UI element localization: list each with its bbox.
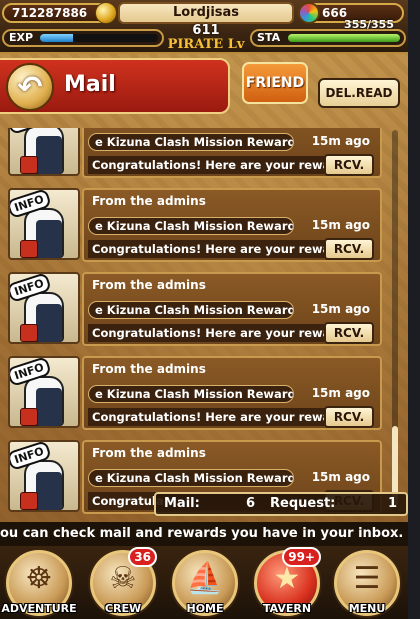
belly-counter: 712287886: [2, 2, 117, 24]
receive-button[interactable]: RCV.: [324, 406, 374, 428]
sta-track: [288, 34, 400, 42]
avatar-gift-bag-icon: [20, 408, 38, 426]
nav-label: TAVERN: [262, 602, 312, 615]
mail-time: 15m ago: [311, 134, 370, 148]
mail-panel: From the admins e Kizuna Clash Mission R…: [82, 128, 382, 178]
page-title: Mail: [64, 72, 116, 97]
mail-body: Congratulations! Here are your rewa: [88, 156, 328, 174]
mail-time: 15m ago: [311, 302, 370, 316]
request-count-label: Request:: [270, 496, 336, 511]
exp-label: EXP: [9, 31, 34, 44]
right-edge-strip: [408, 0, 420, 619]
mail-time: 15m ago: [311, 218, 370, 232]
mail-item[interactable]: INFO From the admins e Kizuna Clash Miss…: [6, 354, 382, 432]
mail-scrollbar[interactable]: [392, 130, 398, 512]
avatar-coat: [36, 304, 62, 342]
nav-menu[interactable]: ☰ MENU: [334, 550, 400, 616]
mail-subject: e Kizuna Clash Mission Reward: [88, 469, 294, 487]
avatar-coat: [36, 136, 62, 174]
belly-value: 712287886: [12, 6, 88, 20]
stamina-bar: STA 355/355: [250, 18, 406, 47]
menu-scroll-icon: ☰: [353, 561, 381, 596]
mail-panel: From the admins e Kizuna Clash Mission R…: [82, 272, 382, 346]
receive-button[interactable]: RCV.: [324, 238, 374, 260]
admin-avatar[interactable]: INFO: [8, 356, 80, 428]
avatar-coat: [36, 388, 62, 426]
help-text: ou can check mail and rewards you have i…: [0, 522, 408, 546]
nav-label: HOME: [186, 602, 224, 615]
mail-screen: 712287886 Lordjisas 666 EXP 611 PIRATE L…: [0, 0, 420, 619]
top-status-bar: 712287886 Lordjisas 666 EXP 611 PIRATE L…: [0, 0, 408, 54]
mail-subject: e Kizuna Clash Mission Reward: [88, 217, 294, 235]
mail-time: 15m ago: [311, 470, 370, 484]
nav-home[interactable]: ⛵ HOME: [172, 550, 238, 616]
ship-wheel-icon: ☸: [25, 561, 53, 596]
mail-subject: e Kizuna Clash Mission Reward: [88, 385, 294, 403]
belly-coin-icon: [95, 2, 117, 24]
nav-label: CREW: [104, 602, 142, 615]
bottom-nav: ☸ ADVENTURE ☠ CREW 36 ⛵ HOME ★ TAVERN 99+ ☰ ME…: [0, 546, 408, 619]
mail-request-counter: Mail: 6 Request: 1: [154, 492, 408, 516]
player-name: Lordjisas: [118, 2, 294, 24]
sta-label: STA: [257, 31, 281, 44]
nav-tavern[interactable]: ★ TAVERN 99+: [254, 547, 321, 616]
nav-adventure[interactable]: ☸ ADVENTURE: [1, 550, 77, 616]
exp-bar: EXP: [2, 29, 164, 47]
mail-panel: From the admins e Kizuna Clash Mission R…: [82, 356, 382, 430]
mail-sender: From the admins: [92, 446, 206, 460]
nav-label: MENU: [348, 602, 386, 615]
friend-button[interactable]: FRIEND: [242, 62, 308, 104]
mail-body: Congratulations! Here are your rewa: [88, 240, 328, 258]
pirate-level-badge: 611 PIRATE Lv: [166, 24, 246, 54]
mail-sender: From the admins: [92, 194, 206, 208]
receive-button[interactable]: RCV.: [324, 322, 374, 344]
avatar-gift-bag-icon: [20, 156, 38, 174]
mail-body: Congratulations! Here are your rewa: [88, 408, 328, 426]
avatar-gift-bag-icon: [20, 492, 38, 510]
receive-button[interactable]: RCV.: [324, 154, 374, 176]
request-count-value: 1: [388, 496, 398, 511]
notification-badge: 36: [128, 547, 157, 567]
mail-list[interactable]: INFO From the admins e Kizuna Clash Miss…: [0, 128, 408, 516]
admin-avatar[interactable]: INFO: [8, 440, 80, 512]
mail-item[interactable]: INFO From the admins e Kizuna Clash Miss…: [6, 270, 382, 348]
mail-subject: e Kizuna Clash Mission Reward: [88, 301, 294, 319]
avatar-coat: [36, 472, 62, 510]
admin-avatar[interactable]: INFO: [8, 128, 80, 176]
ship-icon: ⛵: [186, 561, 224, 596]
avatar-gift-bag-icon: [20, 240, 38, 258]
mail-panel: From the admins e Kizuna Clash Mission R…: [82, 188, 382, 262]
sta-value: 355/355: [344, 18, 394, 31]
mail-body: Congratulations! Here are your rewa: [88, 324, 328, 342]
admin-avatar[interactable]: INFO: [8, 188, 80, 260]
mail-sender: From the admins: [92, 278, 206, 292]
jolly-roger-icon: ☠: [109, 561, 137, 596]
avatar-coat: [36, 220, 62, 258]
mail-header-banner: ↶ Mail: [0, 58, 230, 114]
mail-count-label: Mail:: [164, 496, 200, 511]
level-label: PIRATE Lv: [167, 37, 245, 52]
back-arrow-icon: ↶: [17, 69, 43, 105]
nav-crew[interactable]: ☠ CREW 36: [90, 547, 157, 616]
delete-read-button[interactable]: DEL.READ: [318, 78, 400, 108]
mail-sender: From the admins: [92, 362, 206, 376]
rainbow-gem-icon: [298, 2, 320, 24]
nav-label: ADVENTURE: [1, 602, 77, 615]
level-value: 611: [192, 23, 220, 38]
avatar-gift-bag-icon: [20, 324, 38, 342]
admin-avatar[interactable]: INFO: [8, 272, 80, 344]
mail-item[interactable]: INFO From the admins e Kizuna Clash Miss…: [6, 186, 382, 264]
mail-subject: e Kizuna Clash Mission Reward: [88, 133, 294, 151]
mail-item[interactable]: INFO From the admins e Kizuna Clash Miss…: [6, 128, 382, 180]
back-button[interactable]: ↶: [6, 63, 54, 111]
sta-fill: [288, 34, 400, 42]
mail-time: 15m ago: [311, 386, 370, 400]
exp-track: [40, 34, 158, 42]
notification-badge: 99+: [282, 547, 321, 567]
exp-fill: [40, 34, 74, 42]
mail-count-value: 6: [246, 496, 256, 511]
